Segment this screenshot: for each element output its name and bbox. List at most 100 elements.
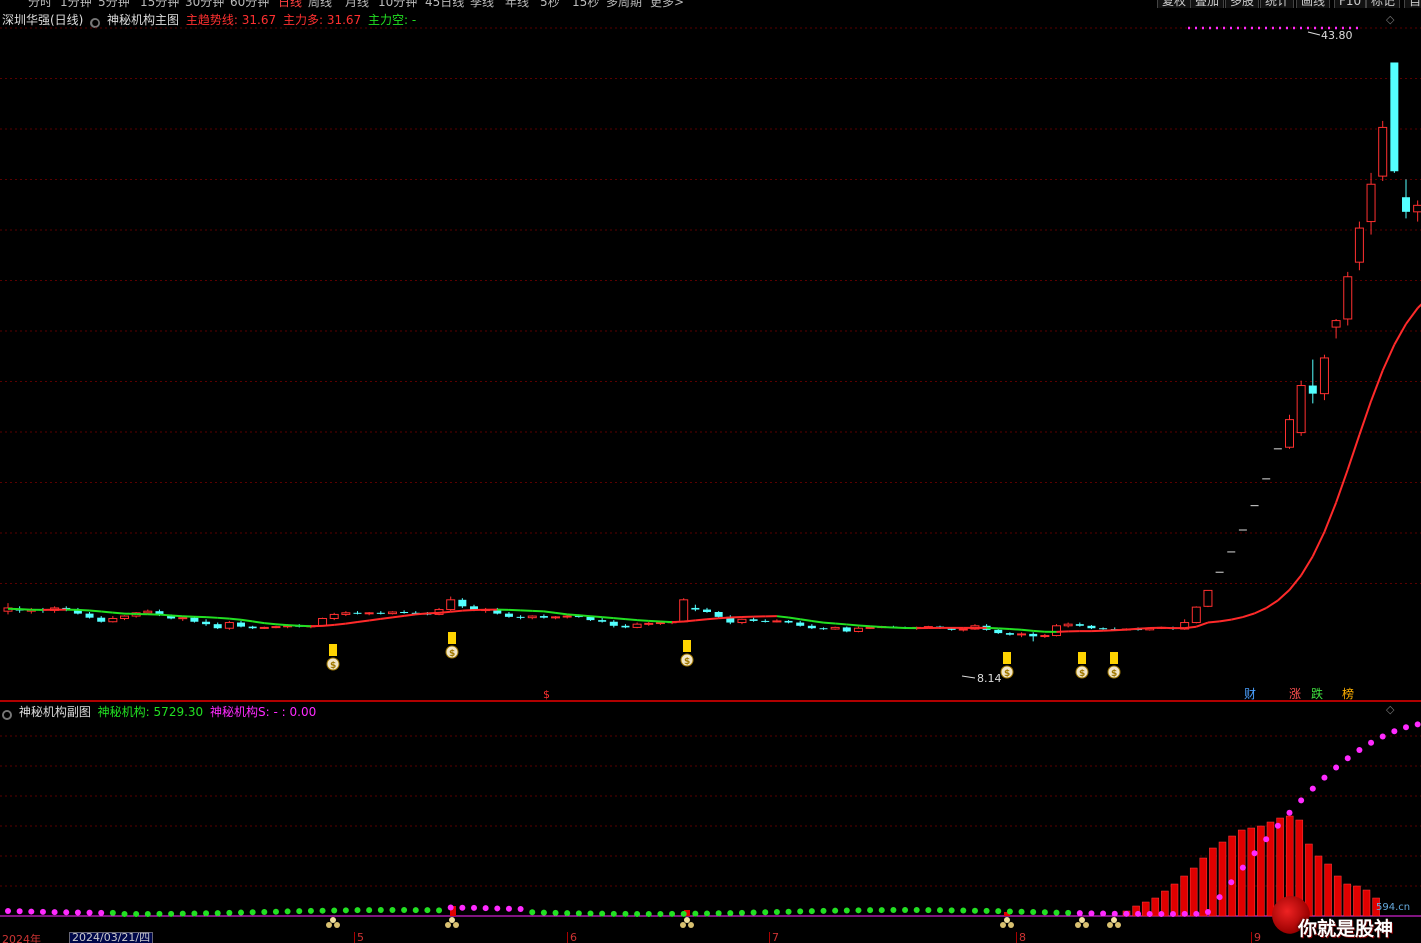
sub-dot — [226, 909, 233, 916]
sub-bar — [1180, 875, 1188, 917]
candle-body — [1099, 628, 1108, 630]
candle — [761, 619, 770, 623]
trend-line-segment — [532, 609, 544, 613]
sub-indicator-chart[interactable] — [0, 718, 1421, 932]
toolbar-button-3[interactable]: 统计 — [1260, 0, 1295, 8]
candle-body — [1378, 126, 1388, 177]
sub-dot — [51, 909, 58, 916]
toolbar-button-7[interactable]: 自 — [1404, 0, 1421, 8]
sub-dot — [238, 909, 244, 916]
sub-bar — [1151, 897, 1160, 917]
sub-collapse-diamond-icon[interactable]: ◇ — [1386, 703, 1394, 716]
candle-body — [737, 618, 747, 624]
cursor-date-box: 2024/03/21/四 — [69, 932, 154, 943]
sub-coin-icon — [1008, 922, 1014, 928]
trend-line-segment — [205, 616, 218, 619]
candle-body — [853, 627, 863, 632]
sub-dot — [203, 910, 210, 917]
sub-dot — [832, 907, 839, 914]
sub-dot — [587, 910, 594, 917]
sub-dot — [389, 907, 396, 913]
candle — [213, 622, 222, 630]
candle — [644, 621, 654, 626]
candle — [1402, 179, 1410, 219]
candle-body — [1040, 635, 1050, 638]
trend-line-segment — [101, 610, 113, 614]
candle — [714, 611, 723, 618]
sub-dot — [750, 909, 757, 916]
month-label: 6 — [570, 932, 577, 943]
candle — [1319, 354, 1329, 401]
candle — [364, 611, 374, 616]
sub-dot — [599, 910, 606, 917]
toolbar-button-6[interactable]: 标记 — [1366, 0, 1401, 8]
sub-dot — [1391, 728, 1398, 735]
sub-coin-icon — [1004, 917, 1010, 923]
sub-dot — [540, 909, 547, 916]
sub-dot — [1006, 908, 1013, 915]
candle-body — [1285, 419, 1294, 448]
sub-dot — [878, 907, 885, 914]
sub-dot — [1158, 911, 1165, 917]
sub-dot — [773, 908, 780, 915]
sub-dot — [1053, 909, 1060, 916]
trend-line-segment — [625, 618, 638, 622]
candle — [1378, 120, 1388, 181]
money-bag-glyph: $ — [449, 649, 455, 659]
candle-body — [842, 627, 851, 632]
candle — [1087, 624, 1096, 630]
sub-dot — [494, 905, 501, 912]
sub-dot — [133, 911, 140, 917]
low-price-pointer — [961, 675, 976, 679]
sub-dot — [785, 908, 792, 915]
candle-body — [621, 625, 630, 628]
trend-line-segment — [252, 620, 265, 625]
sub-dot — [179, 910, 186, 917]
sub-dot — [1170, 910, 1176, 917]
sub-coin-icon — [330, 917, 336, 923]
trend-line-segment — [1009, 628, 1022, 631]
trend-line-segment — [613, 617, 626, 621]
sub-dot — [797, 908, 804, 915]
trend-line-segment — [578, 614, 591, 618]
sub-indicator-name[interactable]: 神秘机构副图 — [19, 705, 91, 719]
toolbar-button-2[interactable]: 多股 — [1225, 0, 1260, 8]
trend-line-segment — [287, 624, 300, 627]
sub-dot — [983, 907, 990, 914]
sub-dot — [948, 907, 955, 914]
toolbar-button-1[interactable]: 叠加 — [1190, 0, 1225, 8]
toolbar-button-4[interactable]: 画线 — [1296, 0, 1331, 8]
trend-line-segment — [788, 616, 801, 621]
sub-dot — [471, 904, 477, 911]
candle — [341, 611, 351, 617]
trend-line-segment — [881, 625, 894, 629]
sub-dot — [925, 907, 932, 914]
sub-coin-icon — [680, 922, 686, 928]
sub-dot — [960, 907, 967, 914]
sub-dot — [424, 907, 431, 914]
candle — [1331, 318, 1341, 339]
toolbar-button-0[interactable]: 复权 — [1157, 0, 1192, 8]
sub-dot — [74, 909, 81, 916]
trend-line-segment — [1231, 616, 1244, 621]
sub-coin-icon — [334, 922, 340, 928]
sub-coin-icon — [1083, 922, 1089, 928]
candle — [539, 614, 548, 619]
candle-body — [213, 624, 222, 629]
sub-dot — [727, 910, 734, 917]
candlestick-chart[interactable]: 43.808.14$$$$ $ $$ 财涨跌榜 — [0, 8, 1421, 700]
candle-body — [539, 616, 548, 618]
candle-body — [527, 615, 537, 619]
candle-body — [108, 617, 118, 623]
toolbar-button-5[interactable]: F10 — [1334, 0, 1367, 8]
candle-body — [1203, 589, 1213, 607]
sub-dot — [995, 908, 1002, 915]
trend-line-segment — [1346, 434, 1361, 470]
candle — [1040, 633, 1050, 638]
trend-line-segment — [19, 608, 32, 611]
sub-dot — [855, 907, 862, 914]
candle — [691, 604, 700, 612]
date-axis: 2024年 2024/03/21/四 5 6 7 8 9 — [0, 932, 1421, 943]
pane-divider[interactable] — [0, 700, 1421, 702]
candle — [400, 610, 409, 614]
